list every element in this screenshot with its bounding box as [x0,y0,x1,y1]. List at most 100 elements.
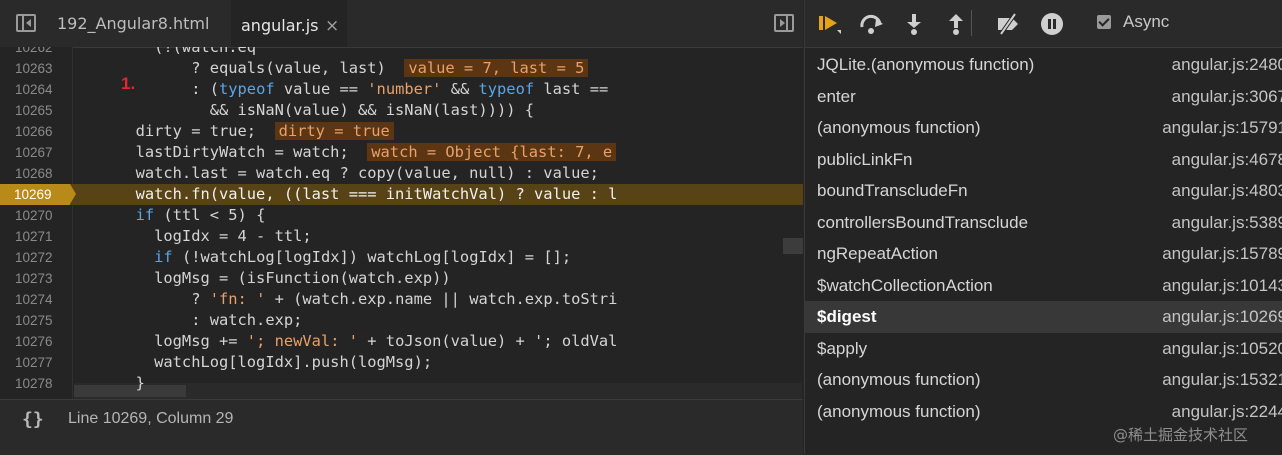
call-frame-function: $digest [817,307,877,326]
line-number[interactable]: 10270 [15,205,71,226]
code-text: dirty = true; dirty = true [80,121,394,142]
call-frame-location[interactable]: angular.js:3067 [1172,87,1282,107]
code-line[interactable]: 10274 ? 'fn: ' + (watch.exp.name || watc… [0,289,803,310]
call-frame-location[interactable]: angular.js:2480 [1172,55,1282,75]
call-frame[interactable]: enter angular.js:3067 [805,81,1282,113]
line-number[interactable]: 10265 [15,100,71,121]
call-frame-location[interactable]: angular.js:15791 [1162,118,1282,138]
pause-on-exceptions-icon[interactable] [1039,12,1065,36]
inline-variable-value: dirty = true [274,122,394,140]
code-line[interactable]: 10272 if (!watchLog[logIdx]) watchLog[lo… [0,247,803,268]
debugger-toolbar: Async [805,0,1282,48]
code-text: watchLog[logIdx].push(logMsg); [80,353,433,371]
call-frame[interactable]: $apply angular.js:10520 [805,333,1282,365]
debugger-pane: Async JQLite.(anonymous function) angular… [804,0,1282,454]
code-text: (!(watch.eq [80,47,257,56]
call-frame[interactable]: $digest angular.js:10269 [805,301,1282,333]
call-frame-location[interactable]: angular.js:10143 [1162,276,1282,296]
navigator-toggle-icon[interactable] [16,14,36,32]
code-line[interactable]: 10270 if (ttl < 5) { [0,205,803,226]
tab-angular-js[interactable]: angular.js × [231,0,347,47]
call-frame-location[interactable]: angular.js:15789 [1162,244,1282,264]
code-text: : (typeof value == 'number' && typeof la… [80,80,609,98]
call-frame-location[interactable]: angular.js:4678 [1172,150,1282,170]
call-frame-location[interactable]: angular.js:15321 [1162,370,1282,390]
current-execution-line[interactable]: 10269 watch.fn(value, ((last === initWat… [0,184,803,205]
call-frame[interactable]: (anonymous function) angular.js:15321 [805,364,1282,396]
debugger-sidebar-toggle-icon[interactable] [774,14,794,32]
call-frame[interactable]: (anonymous function) angular.js:15791 [805,112,1282,144]
line-number[interactable]: 10269 [0,184,76,205]
call-frame-location[interactable]: angular.js:10520 [1162,339,1282,359]
code-line[interactable]: 10271 logIdx = 4 - ttl; [0,226,803,247]
code-editor[interactable]: 10262 (!(watch.eq 10263 ? equals(value, l… [0,47,803,399]
code-line[interactable]: 10268 watch.last = watch.eq ? copy(value… [0,163,803,184]
code-text: : watch.exp; [80,311,303,329]
line-number[interactable]: 10263 [15,58,71,79]
code-line[interactable]: 10265 && isNaN(value) && isNaN(last)))) … [0,100,803,121]
line-number[interactable]: 10264 [15,79,71,100]
line-number[interactable]: 10268 [15,163,71,184]
code-text: } [80,374,145,392]
call-frame[interactable]: boundTranscludeFn angular.js:4803 [805,175,1282,207]
line-number[interactable]: 10274 [15,289,71,310]
call-frame-function: $watchCollectionAction [817,275,993,295]
call-frame[interactable]: JQLite.(anonymous function) angular.js:24… [805,49,1282,81]
code-line[interactable]: 10275 : watch.exp; [0,310,803,331]
deactivate-breakpoints-icon[interactable] [995,12,1021,36]
line-number[interactable]: 10266 [15,121,71,142]
cursor-position: Line 10269, Column 29 [68,410,234,427]
pretty-print-icon[interactable]: {} [22,409,44,430]
code-line[interactable]: 10276 logMsg += '; newVal: ' + toJson(va… [0,331,803,352]
code-text: logIdx = 4 - ttl; [80,227,312,245]
line-number[interactable]: 10271 [15,226,71,247]
call-frame-function: (anonymous function) [817,401,981,421]
line-number[interactable]: 10278 [15,373,71,394]
code-line[interactable]: 10266 dirty = true; dirty = true [0,121,803,142]
editor-pane: 192_Angular8.html angular.js × 10262 (!(… [0,0,803,455]
code-line[interactable]: 10277 watchLog[logIdx].push(logMsg); [0,352,803,373]
line-number[interactable]: 10267 [15,142,71,163]
line-number[interactable]: 10275 [15,310,71,331]
line-number[interactable]: 10262 [15,47,71,58]
close-tab-icon[interactable]: × [325,2,339,50]
inline-variable-value: value = 7, last = 5 [404,59,589,77]
code-line[interactable]: 10267 lastDirtyWatch = watch; watch = Ob… [0,142,803,163]
call-stack-list: JQLite.(anonymous function) angular.js:24… [805,47,1282,454]
step-into-icon[interactable] [901,12,927,36]
call-frame-location[interactable]: angular.js:5389 [1172,213,1282,233]
call-frame[interactable]: $watchCollectionAction angular.js:10143 [805,270,1282,302]
code-text: if (!watchLog[logIdx]) watchLog[logIdx] … [154,248,572,266]
call-frame[interactable]: controllersBoundTransclude angular.js:538… [805,207,1282,239]
editor-status-bar: {} Line 10269, Column 29 [0,399,803,455]
call-frame-function: publicLinkFn [817,149,913,169]
call-frame[interactable]: (anonymous function) angular.js:2244 [805,396,1282,428]
call-frame-location[interactable]: angular.js:2244 [1172,402,1282,422]
resume-icon[interactable] [817,12,843,36]
editor-tab-bar: 192_Angular8.html angular.js × [0,0,803,48]
code-line[interactable]: 10262 (!(watch.eq [0,47,803,58]
tab-label: 192_Angular8.html [57,14,210,33]
call-frame[interactable]: ngRepeatAction angular.js:15789 [805,238,1282,270]
step-out-icon[interactable] [943,12,969,36]
call-frame-location[interactable]: angular.js:10269 [1162,307,1282,327]
call-frame-function: (anonymous function) [817,370,981,389]
line-number[interactable]: 10277 [15,352,71,373]
line-number[interactable]: 10272 [15,247,71,268]
code-text: && isNaN(value) && isNaN(last)))) { [80,101,535,119]
step-over-icon[interactable] [859,12,885,36]
call-frame-location[interactable]: angular.js:4803 [1172,181,1282,201]
tab-192-angular8-html[interactable]: 192_Angular8.html [47,0,227,47]
annotation-marker: 1. [121,74,136,93]
code-text: watch.fn(value, ((last === initWatchVal)… [80,185,618,203]
line-number[interactable]: 10273 [15,268,71,289]
async-checkbox[interactable] [1097,15,1111,29]
code-line[interactable]: 10278 } [0,373,803,394]
line-number[interactable]: 10276 [15,331,71,352]
code-line[interactable]: 10273 logMsg = (isFunction(watch.exp)) [0,268,803,289]
call-frame-function: enter [817,86,856,106]
tab-label: angular.js [241,16,319,35]
call-frame[interactable]: publicLinkFn angular.js:4678 [805,144,1282,176]
call-frame-function: JQLite.(anonymous function) [817,55,1035,74]
call-frame-function: $apply [817,338,868,358]
